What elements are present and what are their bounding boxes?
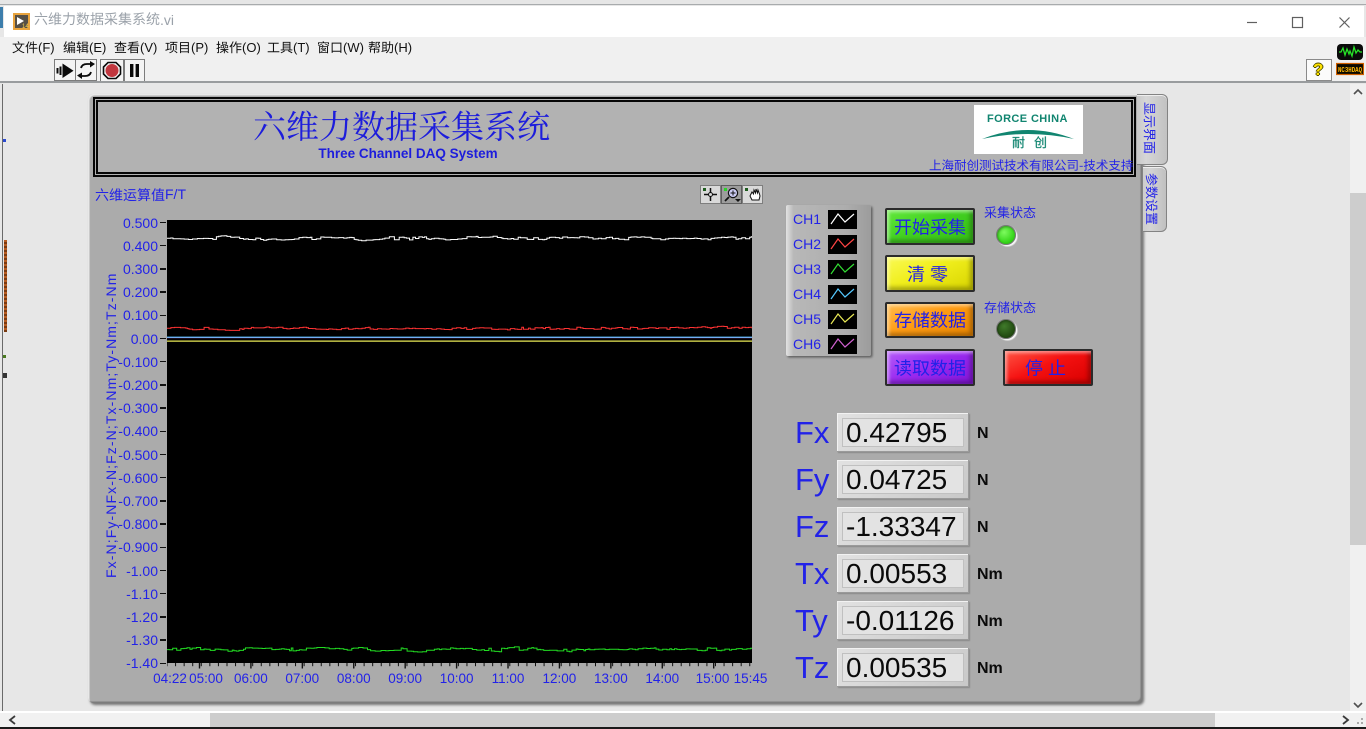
- svg-text:FORCE CHINA: FORCE CHINA: [987, 113, 1068, 125]
- svg-text:14: 14: [22, 24, 29, 30]
- svg-text:NC3HDAQ: NC3HDAQ: [1338, 67, 1362, 75]
